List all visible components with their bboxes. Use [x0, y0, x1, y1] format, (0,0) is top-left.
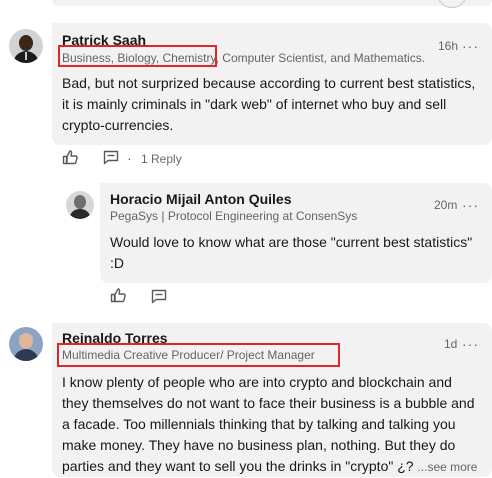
comment-body: Bad, but not surprized because according…: [62, 75, 476, 133]
replies-separator: ·: [127, 150, 132, 166]
highlight-box: [57, 343, 340, 367]
timestamp: 1d: [444, 337, 458, 351]
like-icon: [62, 150, 78, 165]
avatar-horacio-quiles[interactable]: [66, 191, 94, 219]
replies-count-link[interactable]: 1 Reply: [141, 152, 182, 166]
comment-icon: [151, 289, 167, 304]
more-options-icon[interactable]: ···: [462, 198, 479, 212]
more-options-icon[interactable]: ···: [462, 39, 479, 53]
see-more-link[interactable]: ...see more: [417, 460, 477, 474]
like-icon: [110, 288, 126, 303]
comment-body-text: I know plenty of people who are into cry…: [62, 374, 475, 474]
reply-comment-button[interactable]: [103, 150, 119, 165]
like-button[interactable]: [62, 149, 78, 165]
comment-body: Would love to know what are those "curre…: [110, 234, 473, 271]
avatar-reinaldo-torres[interactable]: [9, 327, 43, 361]
comment-body: I know plenty of people who are into cry…: [62, 372, 482, 478]
highlight-box: [58, 45, 217, 67]
author-name[interactable]: Horacio Mijail Anton Quiles: [110, 191, 292, 207]
headline-rest: Computer Scientist, and Mathematics.: [218, 51, 426, 65]
reply-comment-button[interactable]: [151, 289, 167, 304]
previous-comment-bubble-edge: [52, 0, 492, 6]
comment-icon: [103, 150, 119, 165]
avatar-patrick-saah[interactable]: [9, 29, 43, 63]
timestamp: 16h: [438, 39, 459, 53]
author-headline: PegaSys | Protocol Engineering at Consen…: [110, 209, 358, 223]
like-button[interactable]: [110, 287, 126, 303]
more-options-icon[interactable]: ···: [462, 337, 479, 351]
timestamp: 20m: [434, 198, 458, 212]
